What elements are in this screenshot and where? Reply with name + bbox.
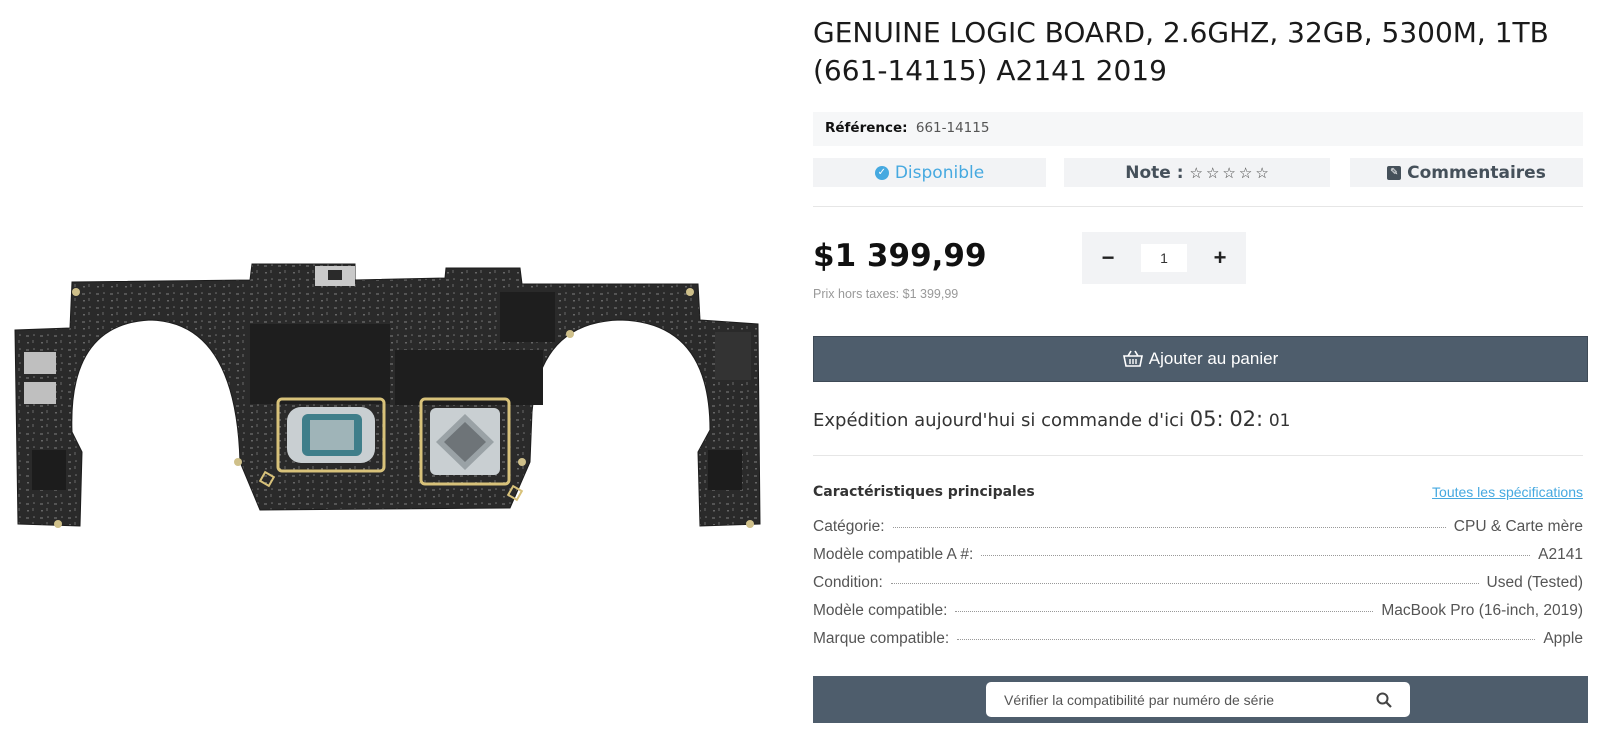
divider <box>813 206 1583 207</box>
star-outline-icon[interactable]: ☆ <box>1206 164 1219 182</box>
rating-stars[interactable]: ☆ ☆ ☆ ☆ ☆ <box>1190 164 1269 182</box>
quantity-stepper: − + <box>1082 232 1246 284</box>
add-to-cart-button[interactable]: Ajouter au panier <box>813 336 1588 382</box>
rating-box[interactable]: Note : ☆ ☆ ☆ ☆ ☆ <box>1064 158 1330 187</box>
shipping-countdown: Expédition aujourd'hui si commande d'ici… <box>813 407 1291 431</box>
edit-icon: ✎ <box>1387 165 1402 180</box>
spec-label: Marque compatible: <box>813 630 950 647</box>
search-icon[interactable] <box>1376 692 1392 708</box>
product-details: GENUINE LOGIC BOARD, 2.6GHZ, 32GB, 5300M… <box>813 0 1588 733</box>
spec-leader <box>981 555 1531 556</box>
spec-leader <box>957 639 1536 640</box>
add-to-cart-label: Ajouter au panier <box>1148 349 1279 368</box>
spec-row: Catégorie: CPU & Carte mère <box>813 518 1583 538</box>
spec-label: Modèle compatible: <box>813 602 948 619</box>
spec-leader <box>892 527 1446 528</box>
star-outline-icon[interactable]: ☆ <box>1239 164 1252 182</box>
serial-check-bar: Vérifier la compatibilité par numéro de … <box>813 676 1588 723</box>
availability-text: Disponible <box>894 162 985 183</box>
spec-leader <box>890 583 1479 584</box>
spec-row: Modèle compatible: MacBook Pro (16-inch,… <box>813 602 1583 622</box>
availability-badge: ✓ Disponible <box>813 158 1046 187</box>
spec-leader <box>955 611 1374 612</box>
spec-row: Condition: Used (Tested) <box>813 574 1583 594</box>
price: $1 399,99 <box>813 238 987 274</box>
specs-heading: Caractéristiques principales <box>813 484 1035 500</box>
product-image[interactable] <box>10 262 775 537</box>
comments-button[interactable]: ✎ Commentaires <box>1350 158 1583 187</box>
reference-row: Référence: 661-14115 <box>813 112 1583 146</box>
quantity-input[interactable] <box>1141 244 1187 272</box>
logic-board-illustration <box>14 263 761 528</box>
serial-search-placeholder: Vérifier la compatibilité par numéro de … <box>1004 691 1275 708</box>
comments-label: Commentaires <box>1407 162 1546 183</box>
all-specs-link[interactable]: Toutes les spécifications <box>1432 484 1583 500</box>
basket-icon <box>1122 350 1143 367</box>
spec-label: Condition: <box>813 574 883 591</box>
check-circle-icon: ✓ <box>874 165 889 180</box>
spec-value: Used (Tested) <box>1486 574 1583 591</box>
spec-label: Catégorie: <box>813 518 885 535</box>
serial-search-input[interactable]: Vérifier la compatibilité par numéro de … <box>986 682 1410 717</box>
spec-value: MacBook Pro (16-inch, 2019) <box>1381 602 1583 619</box>
countdown-hours: 05 <box>1189 407 1217 431</box>
qty-decrease-button[interactable]: − <box>1096 245 1120 270</box>
shipping-text: Expédition aujourd'hui si commande d'ici <box>813 410 1185 431</box>
product-title: GENUINE LOGIC BOARD, 2.6GHZ, 32GB, 5300M… <box>813 16 1549 87</box>
price-excl-tax: Prix hors taxes: $1 399,99 <box>813 287 959 301</box>
spec-row: Marque compatible: Apple <box>813 630 1583 650</box>
qty-increase-button[interactable]: + <box>1208 245 1232 270</box>
rating-label: Note : <box>1125 162 1184 183</box>
countdown-seconds: 01 <box>1268 411 1291 431</box>
countdown-minutes: 02 <box>1229 407 1257 431</box>
spec-label: Modèle compatible A #: <box>813 546 974 563</box>
reference-label: Référence: <box>825 120 908 136</box>
star-outline-icon[interactable]: ☆ <box>1190 164 1203 182</box>
star-outline-icon[interactable]: ☆ <box>1222 164 1235 182</box>
reference-value: 661-14115 <box>915 120 990 136</box>
spec-row: Modèle compatible A #: A2141 <box>813 546 1583 566</box>
divider <box>813 455 1583 456</box>
spec-value: A2141 <box>1538 546 1583 563</box>
product-image-panel <box>0 0 790 733</box>
spec-value: Apple <box>1543 630 1583 647</box>
spec-value: CPU & Carte mère <box>1453 518 1583 535</box>
star-outline-icon[interactable]: ☆ <box>1255 164 1268 182</box>
